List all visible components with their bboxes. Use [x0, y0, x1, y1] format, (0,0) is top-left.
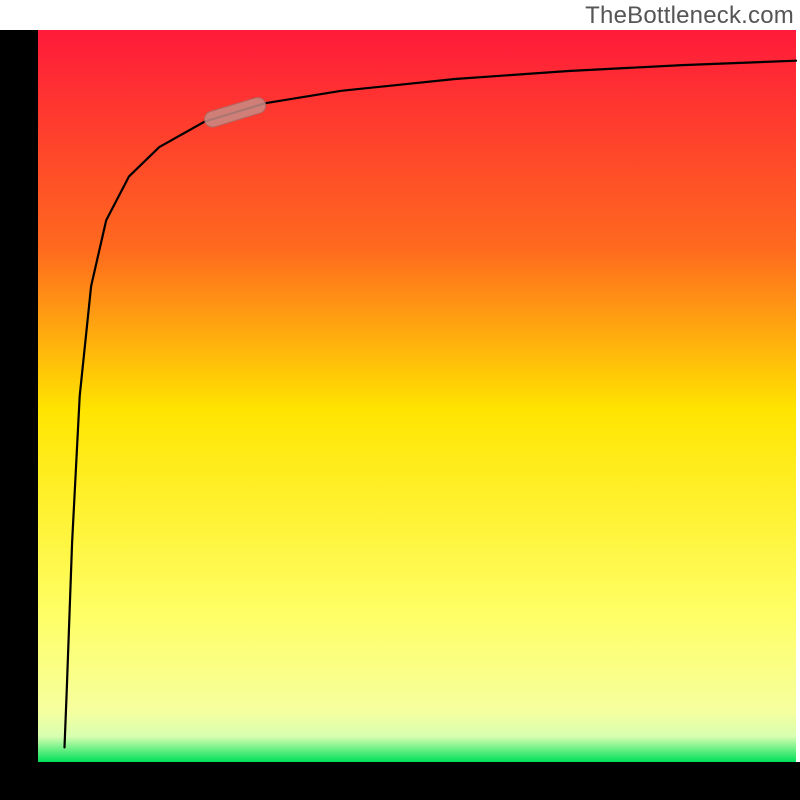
plot-background — [38, 30, 796, 762]
bottleneck-chart — [0, 0, 800, 800]
chart-frame: TheBottleneck.com — [0, 0, 800, 800]
axis-bottom — [0, 762, 800, 800]
watermark-text: TheBottleneck.com — [585, 2, 794, 30]
axis-left — [0, 30, 38, 800]
